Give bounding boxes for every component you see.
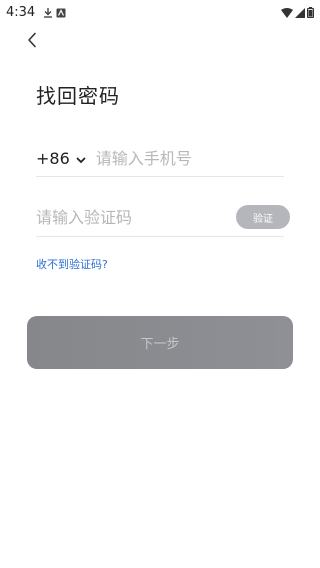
status-notification-icons	[43, 3, 66, 22]
page-title: 找回密码	[36, 84, 120, 108]
status-left: 4:34	[6, 3, 66, 22]
next-step-button[interactable]: 下一步	[27, 316, 293, 369]
country-code-selector[interactable]: +86	[36, 149, 96, 168]
battery-icon	[307, 3, 315, 22]
status-time: 4:34	[6, 4, 36, 20]
chevron-down-icon	[76, 149, 86, 168]
status-bar: 4:34	[0, 0, 320, 24]
status-right	[281, 3, 315, 22]
verification-code-row: 验证	[36, 198, 290, 237]
verification-code-input[interactable]	[36, 207, 236, 227]
back-button[interactable]	[20, 30, 44, 54]
country-code-label: +86	[36, 148, 70, 168]
send-code-button[interactable]: 验证	[236, 205, 290, 229]
download-icon	[43, 3, 53, 22]
no-code-link[interactable]: 收不到验证码?	[36, 256, 108, 272]
phone-input[interactable]	[95, 148, 296, 168]
signal-icon	[295, 3, 305, 22]
wifi-icon	[281, 3, 293, 22]
chevron-left-icon	[26, 32, 38, 52]
phone-field-row: +86	[36, 140, 296, 177]
notification-icon	[56, 3, 66, 22]
